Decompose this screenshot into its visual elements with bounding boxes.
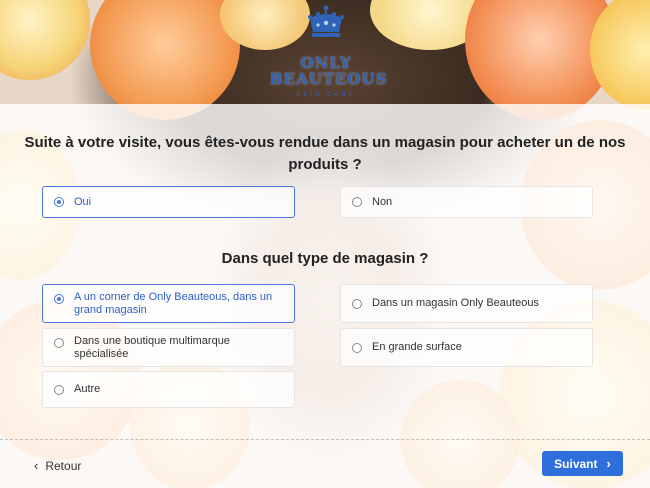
progress-bar: [0, 439, 650, 441]
chevron-left-icon: ‹: [34, 458, 39, 473]
option-label: Dans une boutique multimarque spécialisé…: [74, 334, 230, 360]
option-non[interactable]: Non: [340, 186, 593, 218]
brand-tagline: SKIN CARE: [296, 92, 356, 98]
option-label: Oui: [74, 195, 92, 208]
next-label: Suivant: [554, 456, 598, 471]
option-label: Autre: [74, 383, 101, 395]
option-magasin-only-beauteous[interactable]: Dans un magasin Only Beauteous: [340, 284, 593, 323]
chevron-right-icon: ›: [606, 456, 611, 471]
radio-checked-icon[interactable]: [54, 197, 64, 207]
back-button[interactable]: ‹ Retour: [34, 458, 81, 473]
radio-icon[interactable]: [54, 338, 64, 348]
back-label: Retour: [45, 458, 82, 473]
option-label: Dans un magasin Only Beauteous: [372, 297, 539, 309]
next-button[interactable]: Suivant ›: [542, 451, 623, 476]
radio-icon[interactable]: [352, 342, 362, 353]
radio-icon[interactable]: [54, 294, 64, 304]
option-grande-surface[interactable]: En grande surface: [340, 328, 593, 367]
option-oui[interactable]: Oui: [42, 186, 295, 218]
radio-icon[interactable]: [352, 197, 362, 207]
option-label: A un corner de Only Beauteous, dans un g…: [74, 290, 273, 316]
brand-name-line2: BEAUTEOUS: [270, 70, 388, 88]
brand-name-line1: ONLY: [300, 54, 352, 72]
radio-icon[interactable]: [352, 298, 362, 309]
option-corner-grand-magasin[interactable]: A un corner de Only Beauteous, dans un g…: [42, 284, 295, 323]
option-boutique-multimarque[interactable]: Dans une boutique multimarque spécialisé…: [42, 328, 295, 367]
option-autre[interactable]: Autre: [42, 371, 295, 408]
crown-icon: [308, 5, 344, 37]
question-title: Dans quel type de magasin ?: [221, 250, 429, 267]
option-label: Non: [372, 195, 393, 208]
question-title: Suite à votre visite, vous êtes-vous ren…: [24, 134, 626, 173]
option-label: En grande surface: [372, 341, 462, 353]
radio-icon[interactable]: [54, 384, 64, 395]
brand-logo: ONLY BEAUTEOUS SKIN CARE: [270, 0, 388, 104]
